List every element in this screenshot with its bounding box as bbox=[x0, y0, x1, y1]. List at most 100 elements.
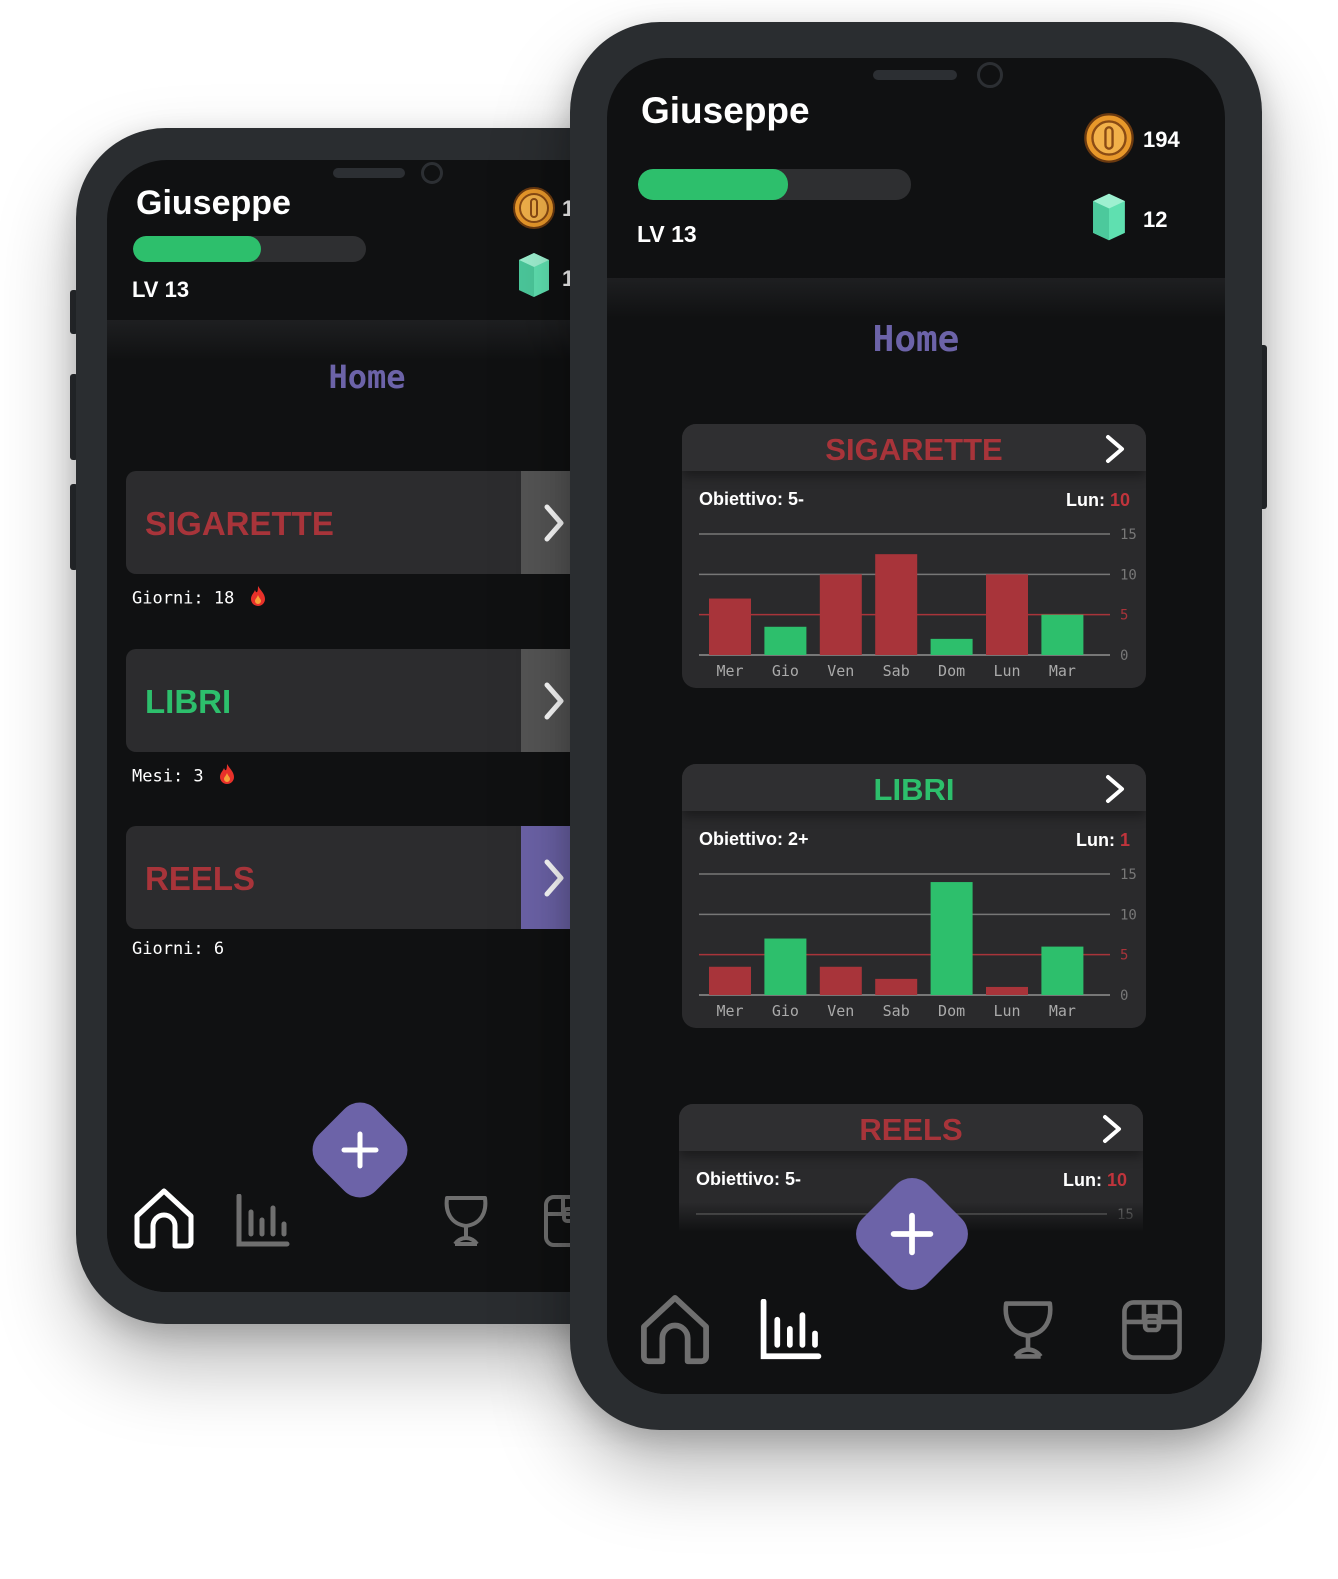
chevron-right-icon bbox=[544, 859, 563, 896]
goal-label: Obiettivo: 5- bbox=[699, 489, 805, 509]
username: Giuseppe bbox=[641, 90, 810, 131]
bar-mar bbox=[1041, 614, 1084, 655]
y-tick-label: 10 bbox=[1120, 907, 1137, 923]
bar-gio bbox=[764, 938, 807, 995]
chest-icon[interactable] bbox=[1121, 1299, 1183, 1366]
coin-count: 194 bbox=[1143, 127, 1180, 152]
x-tick-label: Gio bbox=[772, 1002, 799, 1020]
x-tick-label: Sab bbox=[883, 1002, 910, 1020]
front-camera bbox=[421, 162, 443, 184]
header-divider bbox=[607, 278, 1225, 318]
x-tick-label: Ven bbox=[827, 662, 854, 680]
level-label: LV 13 bbox=[132, 277, 190, 302]
habit-name: SIGARETTE bbox=[145, 505, 334, 542]
coin-icon bbox=[512, 186, 556, 235]
x-tick-label: Ven bbox=[827, 1002, 854, 1020]
today-label: Lun: 1 bbox=[1075, 830, 1130, 850]
front-phone-frame: Giuseppe LV 13 194 12 Home SIGARETTE Obi… bbox=[570, 22, 1262, 1430]
coin-icon bbox=[1083, 112, 1135, 169]
bar-mer bbox=[709, 598, 751, 655]
y-tick-label: 15 bbox=[1120, 527, 1137, 543]
bar-chart: 0 5 10 15 Mer Gio Ven Sab Dom Lun Mar bbox=[699, 527, 1137, 680]
bar-ven bbox=[819, 574, 862, 655]
x-tick-label: Mer bbox=[716, 1002, 743, 1020]
x-tick-label: Dom bbox=[938, 662, 965, 680]
bar-mar bbox=[1041, 946, 1084, 995]
chevron-right-icon bbox=[544, 682, 563, 719]
today-label: Lun: 10 bbox=[1062, 1170, 1127, 1190]
x-tick-label: Gio bbox=[772, 662, 799, 680]
chart-title: REELS bbox=[859, 1112, 963, 1147]
chart-title: SIGARETTE bbox=[825, 432, 1003, 467]
today-value: 1 bbox=[1119, 830, 1130, 850]
bar-dom bbox=[930, 882, 973, 995]
bar-chart: 0 5 10 15 Mer Gio Ven Sab Dom Lun Mar bbox=[699, 867, 1137, 1020]
bar-ven bbox=[819, 966, 862, 995]
xp-progress-bar bbox=[133, 236, 366, 262]
fire-icon bbox=[218, 763, 236, 790]
front-phone-screen: Giuseppe LV 13 194 12 Home SIGARETTE Obi… bbox=[607, 58, 1225, 1394]
y-tick-label: 15 bbox=[1120, 867, 1137, 883]
habit-card-libri[interactable]: LIBRI bbox=[126, 649, 586, 752]
habit-card-sigarette[interactable]: SIGARETTE bbox=[126, 471, 586, 574]
y-tick-label: 5 bbox=[1120, 608, 1128, 624]
today-value: 10 bbox=[1106, 1170, 1127, 1190]
chart-card-sigarette[interactable]: SIGARETTE Obiettivo: 5- Lun: 10 0 5 10 15 Me… bbox=[682, 424, 1146, 688]
y-tick-label: 0 bbox=[1120, 988, 1128, 1004]
speaker-grille bbox=[333, 168, 405, 178]
goal-label: Obiettivo: 2+ bbox=[699, 829, 809, 849]
x-tick-label: Mar bbox=[1049, 1002, 1076, 1020]
today-label: Lun: 10 bbox=[1065, 490, 1130, 510]
trophy-icon[interactable] bbox=[439, 1194, 493, 1253]
chevron-right-icon[interactable] bbox=[1104, 774, 1126, 809]
front-camera bbox=[977, 62, 1003, 88]
chevron-right-icon[interactable] bbox=[1104, 434, 1126, 469]
bar-sab bbox=[875, 554, 918, 655]
bar-dom bbox=[930, 638, 973, 655]
trophy-icon[interactable] bbox=[997, 1299, 1059, 1366]
bar-lun bbox=[986, 986, 1028, 995]
chart-title: LIBRI bbox=[873, 772, 955, 807]
level-label: LV 13 bbox=[637, 221, 697, 247]
plus-icon bbox=[341, 1131, 379, 1169]
speaker-grille bbox=[873, 70, 957, 80]
xp-progress-fill bbox=[638, 169, 789, 200]
chart-card-libri[interactable]: LIBRI Obiettivo: 2+ Lun: 1 0 5 10 15 Mer Gio V… bbox=[682, 764, 1146, 1028]
y-tick-label: 0 bbox=[1120, 648, 1128, 664]
x-tick-label: Sab bbox=[883, 662, 910, 680]
habit-streak: Giorni: 6 bbox=[132, 939, 225, 959]
habit-streak: Giorni: 18 bbox=[132, 585, 267, 612]
x-tick-label: Mar bbox=[1049, 662, 1076, 680]
x-tick-label: Dom bbox=[938, 1002, 965, 1020]
gem-count: 12 bbox=[1143, 207, 1168, 232]
habit-card-reels[interactable]: REELS bbox=[126, 826, 586, 929]
x-tick-label: Lun bbox=[993, 1002, 1020, 1020]
stats-icon[interactable] bbox=[759, 1298, 823, 1366]
habit-streak: Mesi: 3 bbox=[132, 763, 236, 790]
x-tick-label: Lun bbox=[993, 662, 1020, 680]
bar-gio bbox=[764, 626, 807, 655]
fire-icon bbox=[249, 585, 267, 612]
goal-label: Obiettivo: 5- bbox=[696, 1169, 802, 1189]
gem-icon bbox=[517, 252, 551, 303]
page-title: Home bbox=[872, 319, 960, 360]
stats-icon[interactable] bbox=[235, 1193, 291, 1253]
gem-icon bbox=[1091, 190, 1127, 249]
home-icon[interactable] bbox=[131, 1186, 197, 1255]
page-title: Home bbox=[328, 358, 406, 396]
plus-icon bbox=[890, 1212, 934, 1256]
username: Giuseppe bbox=[136, 184, 291, 222]
bar-sab bbox=[875, 978, 918, 995]
y-tick-label: 5 bbox=[1120, 948, 1128, 964]
x-tick-label: Mer bbox=[716, 662, 743, 680]
bar-mer bbox=[709, 966, 751, 995]
xp-progress-bar bbox=[638, 169, 911, 200]
y-tick-label: 10 bbox=[1120, 567, 1137, 583]
home-icon[interactable] bbox=[637, 1292, 713, 1371]
bar-lun bbox=[986, 574, 1028, 655]
habit-name: REELS bbox=[145, 860, 256, 897]
habit-name: LIBRI bbox=[145, 683, 232, 720]
xp-progress-fill bbox=[133, 236, 262, 262]
chevron-right-icon bbox=[544, 504, 563, 541]
chevron-right-icon[interactable] bbox=[1101, 1114, 1123, 1149]
